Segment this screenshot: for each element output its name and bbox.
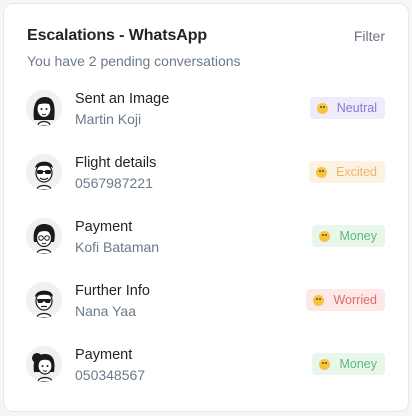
conversation-contact: 050348567 xyxy=(75,367,146,383)
escalations-card: Escalations - WhatsApp Filter You have 2… xyxy=(3,3,409,412)
conversation-title: Payment xyxy=(75,347,133,363)
avatar xyxy=(26,90,62,126)
card-title: Escalations - WhatsApp xyxy=(27,27,208,44)
conversation-contact: 0567987221 xyxy=(75,175,153,191)
conversation-title: Sent an Image xyxy=(75,91,170,107)
conversation-row[interactable]: Payment 050348567 Money xyxy=(4,338,408,394)
conversation-contact: Nana Yaa xyxy=(75,303,136,319)
conversation-contact: Martin Koji xyxy=(75,111,142,127)
conversation-row[interactable]: Sent an Image Martin Koji Neutral xyxy=(4,82,408,138)
badge-label: Money xyxy=(339,357,377,371)
money-mouth-face-icon xyxy=(319,358,331,370)
sentiment-badge: Neutral xyxy=(309,97,385,119)
sentiment-badge: Money xyxy=(312,225,385,247)
sentiment-badge: Excited xyxy=(309,161,385,183)
card-subtitle: You have 2 pending conversations xyxy=(27,53,241,69)
conversation-title: Payment xyxy=(75,219,133,235)
badge-label: Worried xyxy=(333,293,377,307)
conversation-title: Flight details xyxy=(75,155,157,171)
avatar xyxy=(26,282,62,318)
sentiment-badge: Money xyxy=(312,353,385,375)
filter-button[interactable]: Filter xyxy=(354,28,385,44)
badge-label: Excited xyxy=(336,165,377,179)
badge-label: Money xyxy=(339,229,377,243)
conversation-title: Further Info xyxy=(75,283,150,299)
avatar xyxy=(26,218,62,254)
badge-label: Neutral xyxy=(336,101,377,115)
avatar xyxy=(26,346,62,382)
sentiment-badge: Worried xyxy=(306,289,385,311)
neutral-face-icon xyxy=(316,102,328,114)
money-mouth-face-icon xyxy=(319,230,331,242)
avatar xyxy=(26,154,62,190)
anxious-face-icon xyxy=(313,294,325,306)
star-struck-face-icon xyxy=(316,166,327,178)
conversation-row[interactable]: Payment Kofi Bataman Money xyxy=(4,210,408,266)
conversation-contact: Kofi Bataman xyxy=(75,239,160,255)
avatar-long-hair-icon xyxy=(33,97,55,126)
conversation-row[interactable]: Flight details 0567987221 Excited xyxy=(4,146,408,202)
conversation-row[interactable]: Further Info Nana Yaa Worried xyxy=(4,274,408,330)
